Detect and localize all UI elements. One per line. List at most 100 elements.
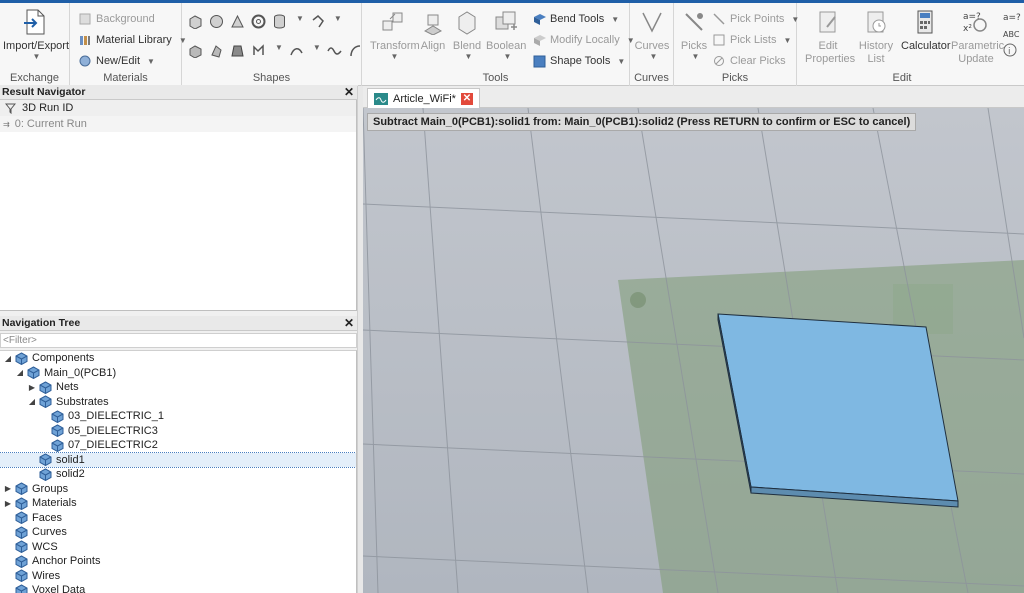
pick-points-button[interactable]: Pick Points ▼ [712, 10, 799, 28]
tree-item[interactable]: WCS [0, 540, 356, 555]
clear-picks-button[interactable]: Clear Picks [712, 52, 786, 70]
tree-item[interactable]: ◢ Components [0, 351, 356, 366]
component-icon [51, 424, 64, 438]
scene-canvas [363, 108, 1024, 593]
history-list-icon [861, 7, 891, 37]
boolean-icon [491, 7, 521, 37]
tree-item[interactable]: solid2 [0, 467, 356, 482]
import-export-label: Import/Export [3, 40, 70, 52]
tree-item-label: Faces [32, 511, 62, 524]
tree-item[interactable]: ▶ Nets [0, 380, 356, 395]
calculator-icon [910, 7, 940, 37]
svg-text:x²: x² [963, 24, 972, 34]
document-tab[interactable]: Article_WiFi* ✕ [367, 88, 480, 108]
run-id-column: 3D Run ID [22, 102, 74, 114]
pick-lists-icon [712, 33, 726, 47]
cylinder-icon[interactable] [272, 14, 287, 29]
sweep-icon[interactable] [251, 43, 266, 58]
close-icon[interactable]: ✕ [460, 92, 473, 105]
chevron-down-icon: ▼ [617, 56, 626, 66]
chevron-down-icon[interactable]: ▼ [275, 43, 283, 58]
expand-arrow-icon[interactable]: ▶ [3, 484, 13, 493]
modify-locally-icon [532, 33, 546, 47]
formula-icon[interactable]: a=? [1003, 9, 1021, 23]
solid-block[interactable] [717, 313, 959, 508]
group-tools: Transform ▼ Align Blend ▼ Boolean ▼ Bend… [362, 3, 635, 86]
solid-top-face [717, 313, 959, 502]
align-button[interactable]: Align [418, 7, 448, 52]
modify-locally-button[interactable]: Modify Locally ▼ [532, 31, 635, 49]
abc-icon[interactable]: ABC [1003, 26, 1021, 40]
tree-item-label: 07_DIELECTRIC2 [68, 439, 158, 452]
torus-icon[interactable] [251, 14, 266, 29]
tree-item[interactable]: Faces [0, 511, 356, 526]
tree-item[interactable]: solid1 [0, 451, 356, 468]
filter-icon[interactable] [3, 101, 17, 115]
info-icon[interactable]: i [1003, 43, 1021, 57]
tree-item[interactable]: ▶ Groups [0, 482, 356, 497]
tree-item[interactable]: Voxel Data [0, 583, 356, 593]
collapse-arrow-icon[interactable]: ◢ [3, 354, 13, 363]
clear-picks-icon [712, 54, 726, 68]
tree-item[interactable]: Curves [0, 525, 356, 540]
tree-item[interactable]: Wires [0, 569, 356, 584]
tree-item[interactable]: 05_DIELECTRIC3 [0, 424, 356, 439]
picks-button[interactable]: Picks ▼ [678, 7, 710, 61]
blend-label: Blend [452, 40, 482, 52]
blend-button[interactable]: Blend ▼ [450, 7, 484, 61]
chevron-down-icon[interactable]: ▼ [313, 43, 321, 58]
close-icon[interactable]: ✕ [344, 85, 354, 100]
result-navigator-column-header[interactable]: 3D Run ID [0, 100, 356, 116]
parametric-update-button[interactable]: a=? x² Parametric Update [951, 7, 1004, 66]
group-label-curves: Curves [634, 72, 669, 84]
chevron-down-icon[interactable]: ▼ [296, 14, 304, 29]
tree-filter-input[interactable]: <Filter> [0, 333, 357, 348]
cone-icon[interactable] [230, 14, 245, 29]
new-edit-button[interactable]: New/Edit ▼ [78, 52, 155, 70]
collapse-arrow-icon[interactable]: ◢ [15, 368, 25, 377]
result-navigator-title: Result Navigator [2, 86, 86, 98]
calculator-button[interactable]: Calculator [901, 7, 951, 52]
tree-item[interactable]: 03_DIELECTRIC_1 [0, 409, 356, 424]
pick-lists-label: Pick Lists [730, 34, 777, 46]
navigation-tree: ◢ Components ◢ Main_0(PCB1) ▶ Nets ◢ Substrates… [0, 350, 357, 593]
wire-icon[interactable] [348, 43, 363, 58]
shape-tools-button[interactable]: Shape Tools ▼ [532, 52, 625, 70]
transform-button[interactable]: Transform ▼ [370, 7, 420, 61]
component-icon [15, 540, 28, 554]
tree-item[interactable]: ◢ Substrates [0, 395, 356, 410]
result-navigator-row[interactable]: ⇉ 0: Current Run [0, 116, 356, 132]
tree-item[interactable]: ▶ Materials [0, 496, 356, 511]
brick-icon[interactable] [188, 14, 203, 29]
close-icon[interactable]: ✕ [344, 316, 354, 331]
tree-item[interactable]: ◢ Main_0(PCB1) [0, 366, 356, 381]
polygon-icon[interactable] [310, 14, 325, 29]
chevron-down-icon[interactable]: ▼ [334, 14, 342, 29]
3d-viewport[interactable] [363, 108, 1024, 593]
edit-properties-button[interactable]: Edit Properties [805, 7, 855, 66]
bend-tools-button[interactable]: Bend Tools ▼ [532, 10, 619, 28]
boolean-button[interactable]: Boolean ▼ [486, 7, 526, 61]
material-library-button[interactable]: Material Library ▼ [78, 31, 187, 49]
calculator-label: Calculator [901, 40, 951, 52]
rotate-icon[interactable] [209, 43, 224, 58]
pick-lists-button[interactable]: Pick Lists ▼ [712, 31, 791, 49]
import-export-button[interactable]: Import/Export ▼ [3, 7, 70, 61]
spline-icon[interactable] [289, 43, 304, 58]
loft-icon[interactable] [230, 43, 245, 58]
sphere-icon[interactable] [209, 14, 224, 29]
expand-arrow-icon[interactable]: ▶ [3, 499, 13, 508]
component-icon [27, 366, 40, 380]
expand-arrow-icon[interactable]: ▶ [27, 383, 37, 392]
curves-button[interactable]: Curves ▼ [634, 7, 670, 61]
background-button[interactable]: Background [78, 10, 155, 28]
wave-icon[interactable] [327, 43, 342, 58]
group-materials: Background Material Library ▼ New/Edit ▼ M… [70, 3, 187, 86]
transform-icon [378, 7, 408, 37]
chevron-down-icon: ▼ [147, 56, 155, 66]
tree-item[interactable]: Anchor Points [0, 554, 356, 569]
history-list-button[interactable]: History List [855, 7, 897, 66]
extrude-icon[interactable] [188, 43, 203, 58]
tree-item[interactable]: 07_DIELECTRIC2 [0, 438, 356, 453]
collapse-arrow-icon[interactable]: ◢ [27, 397, 37, 406]
